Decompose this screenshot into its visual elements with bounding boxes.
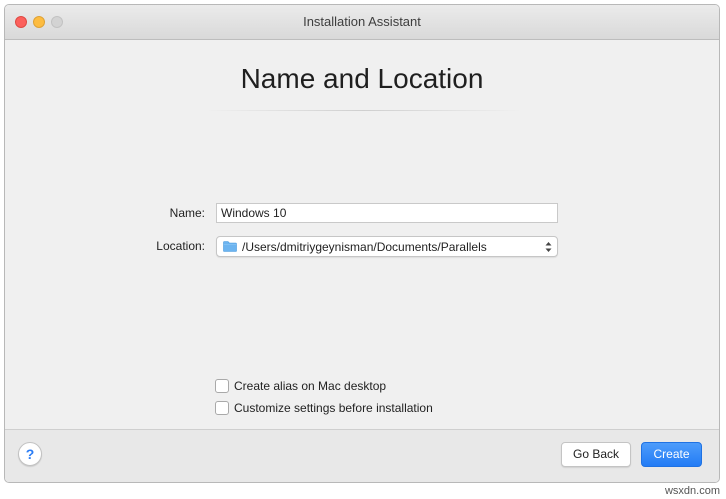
- customize-settings-label[interactable]: Customize settings before installation: [234, 401, 433, 415]
- window-title: Installation Assistant: [303, 14, 421, 29]
- go-back-button[interactable]: Go Back: [561, 442, 631, 467]
- help-button[interactable]: ?: [18, 442, 42, 466]
- updown-chevron-icon: [545, 242, 552, 252]
- create-alias-label[interactable]: Create alias on Mac desktop: [234, 379, 386, 393]
- question-mark-icon: ?: [25, 446, 35, 462]
- location-popup[interactable]: /Users/dmitriygeynisman/Documents/Parall…: [216, 236, 558, 257]
- footer-bar: ? Go Back Create: [5, 429, 719, 482]
- watermark: wsxdn.com: [664, 485, 720, 497]
- create-alias-checkbox[interactable]: [215, 379, 229, 393]
- title-divider: [205, 110, 521, 111]
- page-title: Name and Location: [240, 63, 484, 94]
- name-field[interactable]: [216, 203, 558, 223]
- customize-settings-checkbox[interactable]: [215, 401, 229, 415]
- folder-icon: [223, 241, 237, 252]
- title-bar[interactable]: Installation Assistant: [5, 5, 719, 40]
- create-button[interactable]: Create: [641, 442, 702, 467]
- location-label: Location:: [156, 239, 205, 253]
- installation-assistant-window: Installation Assistant Name and Location…: [4, 4, 720, 483]
- name-label: Name:: [169, 206, 205, 220]
- location-path: /Users/dmitriygeynisman/Documents/Parall…: [242, 240, 487, 254]
